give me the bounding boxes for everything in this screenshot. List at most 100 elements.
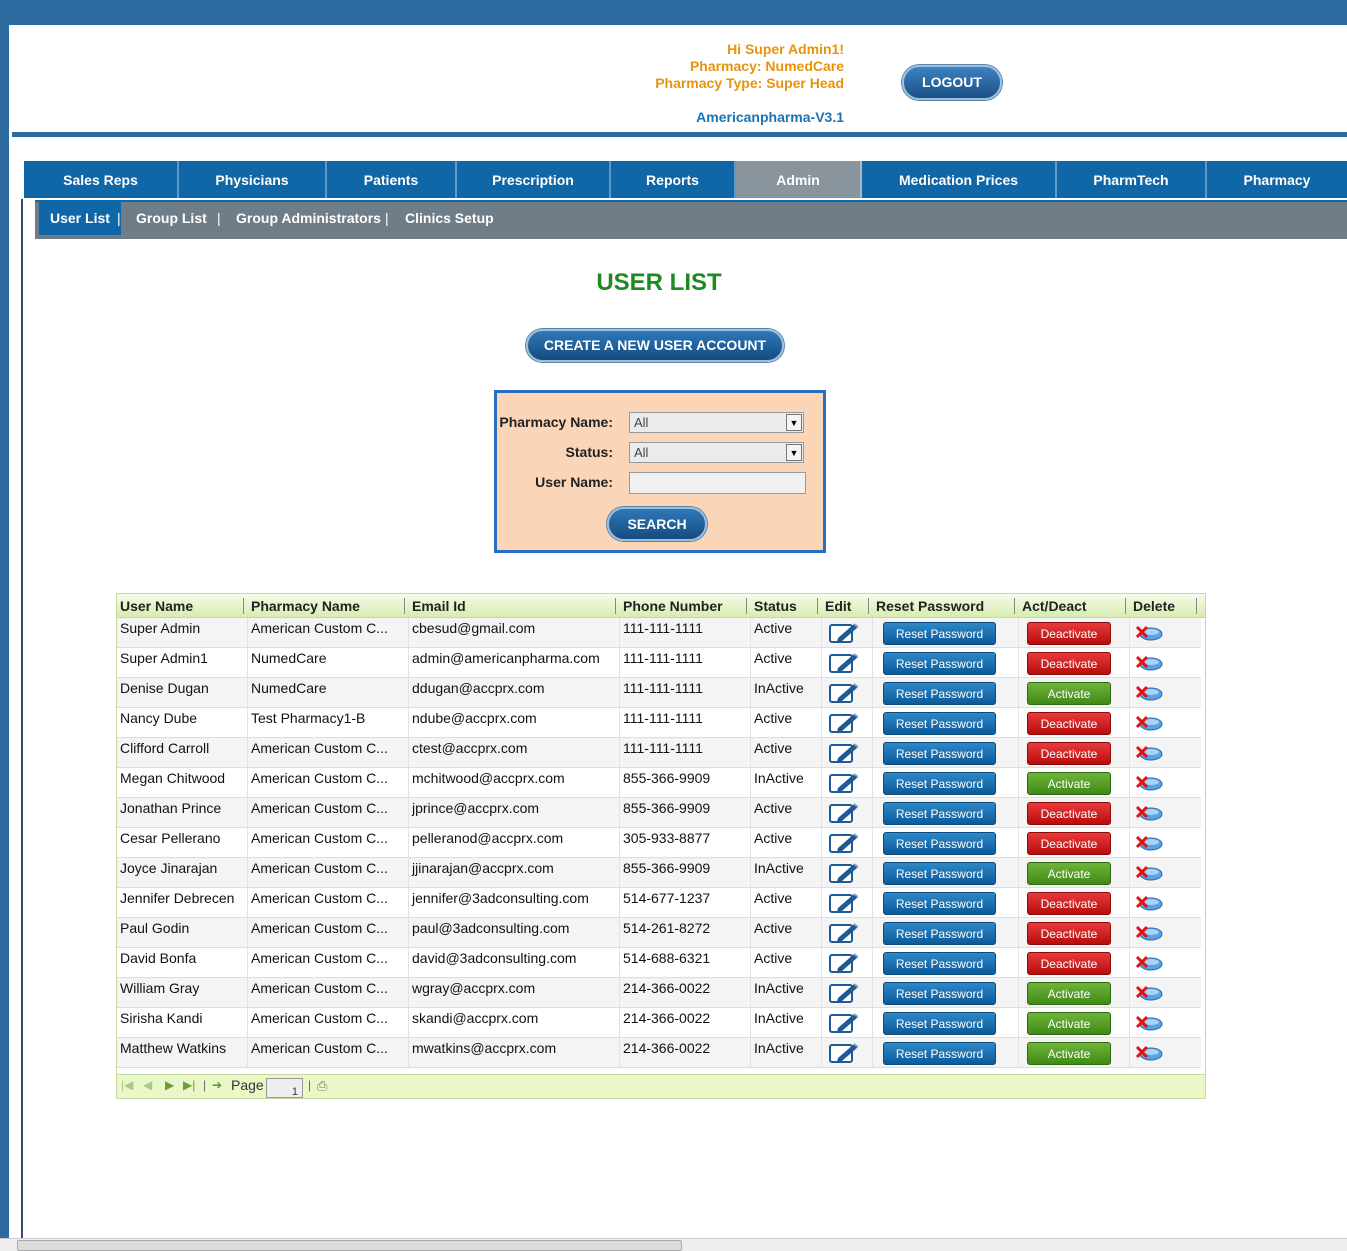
deactivate-button[interactable]: Deactivate <box>1027 652 1111 675</box>
reset-password-button[interactable]: Reset Password <box>883 1042 996 1065</box>
tab-admin[interactable]: Admin <box>736 161 862 198</box>
search-button[interactable]: SEARCH <box>607 507 707 541</box>
tab-patients[interactable]: Patients <box>327 161 457 198</box>
deactivate-button[interactable]: Deactivate <box>1027 922 1111 945</box>
col-phone[interactable]: Phone Number <box>620 594 751 618</box>
edit-icon[interactable] <box>828 741 860 765</box>
deactivate-button[interactable]: Deactivate <box>1027 892 1111 915</box>
col-email[interactable]: Email Id <box>409 594 620 618</box>
activate-button[interactable]: Activate <box>1027 682 1111 705</box>
activate-button[interactable]: Activate <box>1027 862 1111 885</box>
user-name-input[interactable] <box>629 472 806 494</box>
delete-icon[interactable] <box>1135 893 1163 913</box>
cell-status: Active <box>751 828 822 858</box>
tab-pharmacy[interactable]: Pharmacy <box>1207 161 1347 198</box>
pharmacy-name-select[interactable]: All ▼ <box>629 412 804 433</box>
delete-icon[interactable] <box>1135 743 1163 763</box>
create-user-button[interactable]: CREATE A NEW USER ACCOUNT <box>526 329 784 362</box>
reset-password-button[interactable]: Reset Password <box>883 772 996 795</box>
reset-password-button[interactable]: Reset Password <box>883 682 996 705</box>
cell-reset-password: Reset Password <box>873 858 1019 888</box>
edit-icon[interactable] <box>828 891 860 915</box>
tab-medication-prices[interactable]: Medication Prices <box>862 161 1057 198</box>
activate-button[interactable]: Activate <box>1027 772 1111 795</box>
col-status[interactable]: Status <box>751 594 822 618</box>
delete-icon[interactable] <box>1135 833 1163 853</box>
deactivate-button[interactable]: Deactivate <box>1027 832 1111 855</box>
deactivate-button[interactable]: Deactivate <box>1027 742 1111 765</box>
go-page-icon[interactable]: ➔ <box>212 1078 222 1092</box>
col-user-name[interactable]: User Name <box>117 594 248 618</box>
edit-icon[interactable] <box>828 621 860 645</box>
activate-button[interactable]: Activate <box>1027 1012 1111 1035</box>
tab-physicians[interactable]: Physicians <box>179 161 327 198</box>
reset-password-button[interactable]: Reset Password <box>883 892 996 915</box>
reset-password-button[interactable]: Reset Password <box>883 802 996 825</box>
reset-password-button[interactable]: Reset Password <box>883 982 996 1005</box>
reset-password-button[interactable]: Reset Password <box>883 652 996 675</box>
reset-password-button[interactable]: Reset Password <box>883 832 996 855</box>
subnav-group-list[interactable]: Group List <box>136 202 207 235</box>
delete-icon[interactable] <box>1135 773 1163 793</box>
edit-icon[interactable] <box>828 831 860 855</box>
activate-button[interactable]: Activate <box>1027 1042 1111 1065</box>
deactivate-button[interactable]: Deactivate <box>1027 712 1111 735</box>
scrollbar-thumb[interactable] <box>17 1240 682 1251</box>
edit-icon[interactable] <box>828 801 860 825</box>
subnav-user-list[interactable]: User List <box>39 202 121 235</box>
logout-button[interactable]: LOGOUT <box>902 65 1002 100</box>
delete-icon[interactable] <box>1135 983 1163 1003</box>
page-number-input[interactable]: 1 <box>266 1078 303 1098</box>
reset-password-button[interactable]: Reset Password <box>883 742 996 765</box>
edit-icon[interactable] <box>828 981 860 1005</box>
tab-reports[interactable]: Reports <box>611 161 736 198</box>
delete-icon[interactable] <box>1135 863 1163 883</box>
reset-password-button[interactable]: Reset Password <box>883 862 996 885</box>
edit-icon[interactable] <box>828 861 860 885</box>
delete-icon[interactable] <box>1135 653 1163 673</box>
cell-phone: 855-366-9909 <box>620 798 751 828</box>
delete-icon[interactable] <box>1135 623 1163 643</box>
subnav-clinics-setup[interactable]: Clinics Setup <box>405 202 494 235</box>
delete-icon[interactable] <box>1135 953 1163 973</box>
col-edit[interactable]: Edit <box>822 594 873 618</box>
delete-icon[interactable] <box>1135 1043 1163 1063</box>
deactivate-button[interactable]: Deactivate <box>1027 802 1111 825</box>
edit-icon[interactable] <box>828 681 860 705</box>
activate-button[interactable]: Activate <box>1027 982 1111 1005</box>
last-page-icon[interactable]: ▶| <box>183 1078 195 1092</box>
horizontal-scrollbar[interactable] <box>0 1238 1347 1251</box>
reset-password-button[interactable]: Reset Password <box>883 922 996 945</box>
edit-icon[interactable] <box>828 711 860 735</box>
col-pharmacy-name[interactable]: Pharmacy Name <box>248 594 409 618</box>
tab-sales-reps[interactable]: Sales Reps <box>24 161 179 198</box>
deactivate-button[interactable]: Deactivate <box>1027 622 1111 645</box>
col-delete[interactable]: Delete <box>1130 594 1201 618</box>
tab-prescription[interactable]: Prescription <box>457 161 611 198</box>
reset-password-button[interactable]: Reset Password <box>883 952 996 975</box>
edit-icon[interactable] <box>828 651 860 675</box>
edit-icon[interactable] <box>828 1011 860 1035</box>
tab-pharmtech[interactable]: PharmTech <box>1057 161 1207 198</box>
next-page-icon[interactable]: ▶ <box>165 1078 174 1092</box>
delete-icon[interactable] <box>1135 683 1163 703</box>
reset-password-button[interactable]: Reset Password <box>883 1012 996 1035</box>
subnav-group-administrators[interactable]: Group Administrators <box>236 202 381 235</box>
edit-icon[interactable] <box>828 1041 860 1065</box>
prev-page-icon[interactable]: ◀ <box>143 1078 152 1092</box>
delete-icon[interactable] <box>1135 1013 1163 1033</box>
edit-icon[interactable] <box>828 771 860 795</box>
deactivate-button[interactable]: Deactivate <box>1027 952 1111 975</box>
edit-icon[interactable] <box>828 921 860 945</box>
delete-icon[interactable] <box>1135 713 1163 733</box>
col-act-deact[interactable]: Act/Deact <box>1019 594 1130 618</box>
status-select[interactable]: All ▼ <box>629 442 804 463</box>
col-reset-password[interactable]: Reset Password <box>873 594 1019 618</box>
print-icon[interactable]: ⎙ <box>317 1078 327 1094</box>
first-page-icon[interactable]: |◀ <box>121 1078 133 1092</box>
delete-icon[interactable] <box>1135 803 1163 823</box>
edit-icon[interactable] <box>828 951 860 975</box>
reset-password-button[interactable]: Reset Password <box>883 622 996 645</box>
reset-password-button[interactable]: Reset Password <box>883 712 996 735</box>
delete-icon[interactable] <box>1135 923 1163 943</box>
